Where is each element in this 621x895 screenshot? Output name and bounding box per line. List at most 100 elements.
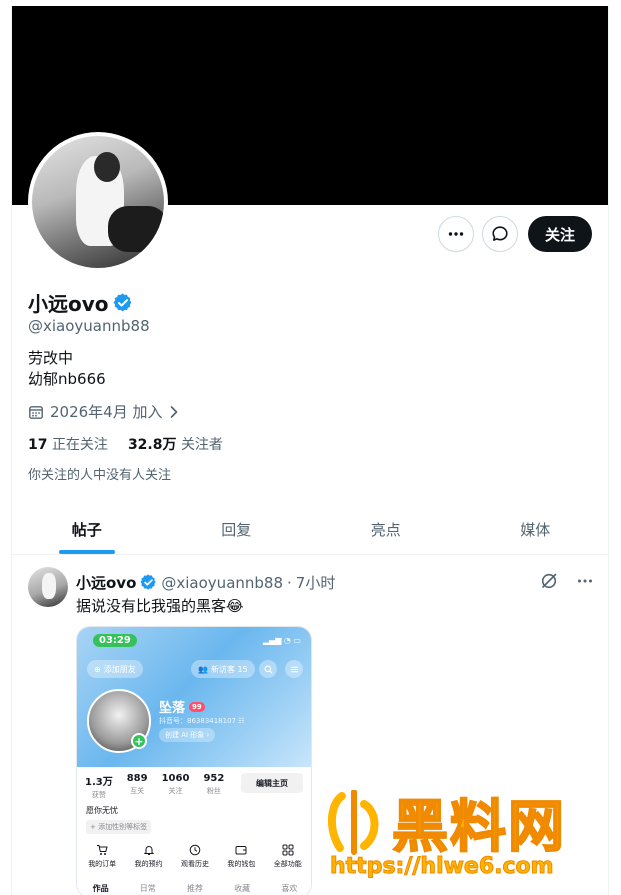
embedded-tab: 日常 [139,884,156,893]
grid-icon [282,844,294,856]
embedded-menu-icon [285,660,303,678]
embedded-quick-label: 我的订单 [88,860,117,868]
embedded-quick-label: 我的预约 [134,860,163,868]
embedded-new-visitors: 👥 新访客 15 [191,660,255,678]
more-horizontal-icon[interactable] [576,572,594,590]
watermark-url: https://hlwe6.com [330,854,555,880]
followers-count: 32.8万 [127,437,177,453]
avatar-image [32,136,164,268]
embedded-tab: 推荐 [186,884,203,893]
embedded-id: 抖音号：86383418107 ☷ [159,717,245,725]
message-icon [492,226,508,241]
profile-name-row: 小远ovo [28,288,133,317]
profile-page: 关注 小远ovo @xiaoyuannb88 劳改中 幼郁nb666 2026年… [11,6,609,895]
embedded-name: 坠落 [159,701,186,716]
embedded-quick-action: 我的订单 [88,844,116,869]
embedded-time: 03:29 [93,634,137,647]
embedded-stat-label: 关注 [168,787,183,795]
post-separator: · [287,573,292,592]
signal-battery-icon: ▂▄▆ ◔ ▭ [262,636,301,645]
embedded-tabs: 作品 日常 推荐 收藏 喜欢 [77,883,311,894]
profile-tabs: 帖子 回复 亮点 媒体 [12,505,609,555]
cart-icon [97,845,108,855]
following-link[interactable]: 17 正在关注 [28,434,108,454]
post-author-name[interactable]: 小远ovo [76,572,136,593]
follow-button[interactable]: 关注 [527,216,592,252]
message-button[interactable] [481,216,518,252]
embedded-name-row: 坠落 99 [159,697,205,716]
post-tools [540,572,594,590]
post-author-avatar[interactable] [28,567,68,607]
bio-line: 幼郁nb666 [28,370,106,388]
watermark: 黑料网 https://hlwe6.com [322,782,614,892]
display-name: 小远ovo [28,292,109,316]
joined-date[interactable]: 2026年4月 加入 [28,401,179,422]
embedded-stat: 952 粉丝 [203,773,224,800]
embedded-add-friend: ⊕ 添加朋友 [87,660,143,678]
embedded-stats: 1.3万获赞 889 互关 1060 关注 952 粉丝 [85,773,224,800]
following-count: 17 [28,437,48,453]
more-horizontal-icon [448,232,464,236]
embedded-tab: 作品 [92,884,109,893]
embedded-stat-value: 952 [203,773,225,784]
add-user-icon: ⊕ [94,664,101,674]
embedded-stat-value: 889 [126,773,148,784]
embedded-stat: 889 互关 [127,773,148,800]
follow-stats: 17 正在关注 32.8万 关注者 [28,434,223,454]
embedded-quick-action: 观看历史 [181,844,209,869]
bell-icon [143,846,154,855]
wallet-icon [235,846,247,855]
embedded-tab: 收藏 [234,884,251,893]
grok-icon[interactable] [540,572,558,590]
verified-badge-icon[interactable] [113,292,133,313]
post-header: 小远ovo @xiaoyuannb88 · 7小时 [76,572,335,593]
embedded-stat-value: 1060 [161,773,190,784]
embedded-quick-label: 全部功能 [273,860,302,868]
embedded-stat-label: 获赞 [91,791,106,799]
embedded-quick-label: 观看历史 [180,860,209,868]
tab-replies[interactable]: 回复 [162,505,312,554]
more-button[interactable] [437,216,474,252]
embedded-quick-action: 我的钱包 [227,844,255,869]
watermark-title: 黑料网 [391,794,566,861]
embedded-tab: 喜欢 [281,884,298,893]
embedded-badge: 99 [189,701,205,712]
embedded-quick-action: 全部功能 [274,844,302,869]
post-image[interactable]: 03:29 ▂▄▆ ◔ ▭ ⊕ 添加朋友 👥 新访客 15 + 坠落 99 抖音号：… [76,626,312,895]
followers-label: 关注者 [180,437,223,453]
mutual-followers-note: 你关注的人中没有人关注 [28,468,172,483]
post-author-handle[interactable]: @xiaoyuannb88 [161,574,283,592]
embedded-quick-actions: 我的订单 我的预约 观看历史 我的钱包 全部功能 [79,844,311,869]
following-label: 正在关注 [51,437,108,453]
profile-avatar[interactable] [28,132,168,272]
post-text: 据说没有比我强的黑客😂 [76,597,244,615]
profile-bio: 劳改中 幼郁nb666 [28,348,106,390]
embedded-add-friend-label: 添加朋友 [103,664,136,674]
tab-posts[interactable]: 帖子 [12,505,162,554]
embedded-stat-label: 粉丝 [206,787,221,795]
clock-icon [189,844,201,856]
embedded-search-icon [259,660,277,678]
embedded-stat-value: 1.3万 [85,777,113,788]
calendar-icon [29,405,43,419]
followers-link[interactable]: 32.8万 关注者 [128,434,223,454]
profile-handle: @xiaoyuannb88 [28,317,150,335]
joined-label: 2026年4月 加入 [50,403,163,421]
embedded-plus-icon: + [131,733,147,749]
embedded-edit-button: 编辑主页 [241,773,303,793]
embedded-ai-button: 创建 AI 形象 › [159,728,216,742]
embedded-stat: 1060 关注 [162,773,190,800]
embedded-quick-label: 我的钱包 [227,860,256,868]
post-time[interactable]: 7小时 [296,572,336,593]
chevron-right-icon [170,405,177,418]
tab-media[interactable]: 媒体 [461,505,609,554]
embedded-quick-action: 我的预约 [135,844,163,869]
embedded-stat-label: 互关 [130,787,145,795]
embedded-new-visitors-label: 新访客 15 [210,664,248,674]
visitors-icon: 👥 [198,664,208,674]
profile-actions: 关注 [437,216,592,252]
tab-highlights[interactable]: 亮点 [311,505,461,554]
embedded-stat: 1.3万获赞 [85,773,113,800]
verified-badge-icon [140,574,157,590]
embedded-profile-header: 03:29 ▂▄▆ ◔ ▭ ⊕ 添加朋友 👥 新访客 15 + 坠落 99 抖音号：… [77,627,311,767]
